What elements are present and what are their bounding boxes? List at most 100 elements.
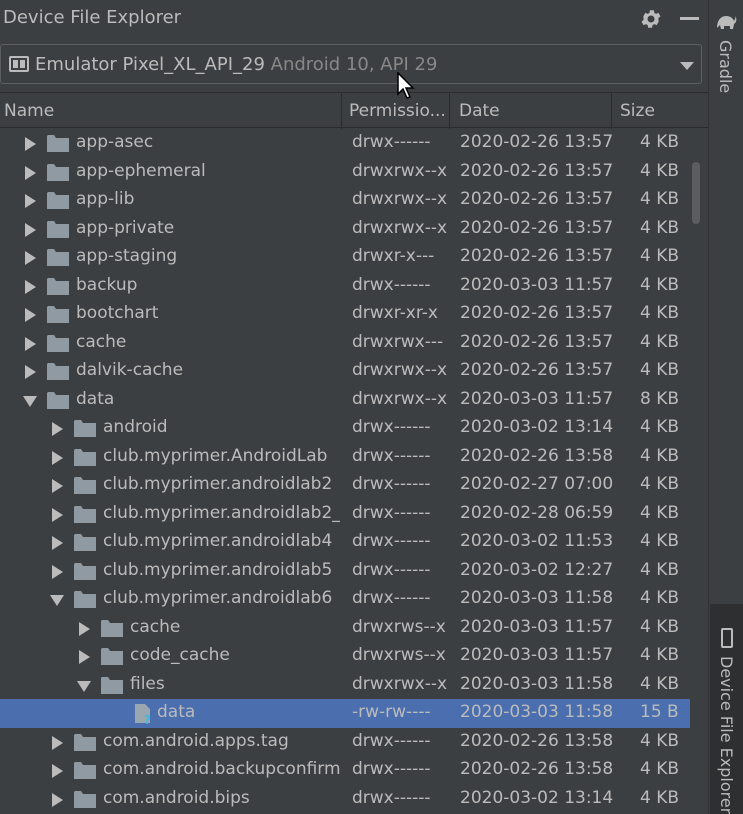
folder-row[interactable]: data drwxrwx--x 2020-03-03 11:57 8 KB bbox=[0, 386, 690, 415]
column-header-size[interactable]: Size bbox=[620, 101, 680, 121]
file-tree: app-asec drwx------ 2020-02-26 13:57 4 KB ap… bbox=[0, 129, 690, 814]
folder-row[interactable]: cache drwxrws--x 2020-03-03 11:57 4 KB bbox=[0, 614, 690, 643]
folder-row[interactable]: club.myprimer.androidlab6 drwx------ 2020-… bbox=[0, 585, 690, 614]
row-permissions: drwx------ bbox=[352, 417, 431, 437]
expand-right-arrow-icon[interactable] bbox=[52, 792, 63, 807]
folder-row[interactable]: backup drwx------ 2020-03-03 11:57 4 KB bbox=[0, 272, 690, 301]
row-date: 2020-03-02 11:53 bbox=[460, 531, 613, 551]
expand-right-arrow-icon[interactable] bbox=[52, 764, 63, 778]
row-date: 2020-03-03 11:57 bbox=[460, 616, 613, 637]
device-file-explorer-tab[interactable]: Device File Explorer bbox=[710, 604, 743, 814]
expand-right-arrow-icon[interactable] bbox=[52, 564, 63, 579]
column-header-name[interactable]: Name bbox=[4, 101, 334, 121]
expand-right-arrow-icon[interactable] bbox=[79, 621, 90, 636]
expand-right-arrow-icon[interactable] bbox=[25, 279, 36, 294]
minimize-icon[interactable] bbox=[680, 17, 699, 20]
expand-right-arrow-icon[interactable] bbox=[25, 365, 36, 379]
row-size: 4 KB bbox=[640, 417, 680, 437]
folder-row[interactable]: cache drwxrwx--- 2020-02-26 13:57 4 KB bbox=[0, 329, 690, 358]
folder-row[interactable]: dalvik-cache drwxrwx--x 2020-02-26 13:57 4 … bbox=[0, 357, 690, 386]
folder-icon bbox=[47, 363, 69, 380]
panel-titlebar: Device File Explorer bbox=[0, 0, 708, 36]
folder-row[interactable]: com.android.backupconfirm drwx------ 2020-… bbox=[0, 756, 690, 785]
expand-right-arrow-icon[interactable] bbox=[25, 137, 36, 151]
row-date: 2020-03-03 11:58 bbox=[460, 588, 613, 608]
folder-icon bbox=[47, 135, 69, 152]
expand-right-arrow-icon[interactable] bbox=[52, 536, 63, 550]
phone-icon bbox=[721, 628, 733, 648]
right-tool-strip: Gradle Device File Explorer bbox=[708, 0, 743, 814]
row-size: 4 KB bbox=[640, 303, 680, 323]
folder-row[interactable]: files drwxrwx--x 2020-03-03 11:58 4 KB bbox=[0, 671, 690, 700]
expand-right-arrow-icon[interactable] bbox=[25, 251, 36, 265]
expand-right-arrow-icon[interactable] bbox=[79, 650, 90, 664]
folder-icon bbox=[47, 277, 69, 295]
row-permissions: drwxrwx--x bbox=[352, 673, 448, 694]
expand-right-arrow-icon[interactable] bbox=[25, 222, 36, 237]
folder-row[interactable]: com.android.bips drwx------ 2020-03-02 13:… bbox=[0, 785, 690, 814]
expand-down-arrow-icon[interactable] bbox=[77, 680, 91, 692]
folder-icon bbox=[47, 249, 69, 266]
folder-row[interactable]: club.myprimer.androidlab4 drwx------ 2020-… bbox=[0, 528, 690, 557]
folder-row[interactable]: app-private drwxrwx--x 2020-02-26 13:57 4 K… bbox=[0, 215, 690, 244]
row-name: com.android.backupconfirm bbox=[103, 759, 340, 779]
column-divider[interactable] bbox=[611, 93, 612, 129]
column-divider[interactable] bbox=[341, 93, 342, 129]
row-name: android bbox=[103, 417, 168, 437]
vertical-scrollbar[interactable] bbox=[692, 162, 700, 224]
expand-right-arrow-icon[interactable] bbox=[52, 450, 63, 465]
row-date: 2020-02-26 13:57 bbox=[460, 189, 613, 209]
folder-row[interactable]: app-ephemeral drwxrwx--x 2020-02-26 13:57 4… bbox=[0, 158, 690, 187]
expand-right-arrow-icon[interactable] bbox=[52, 735, 63, 750]
row-permissions: drwxrws--x bbox=[352, 645, 446, 665]
expand-right-arrow-icon[interactable] bbox=[25, 165, 36, 180]
column-divider[interactable] bbox=[449, 93, 450, 129]
folder-row[interactable]: com.android.apps.tag drwx------ 2020-02-26… bbox=[0, 728, 690, 757]
row-date: 2020-02-26 13:58 bbox=[460, 445, 613, 466]
column-header-permissions[interactable]: Permissio... bbox=[349, 101, 445, 121]
chevron-down-icon[interactable] bbox=[680, 62, 694, 70]
row-name: app-ephemeral bbox=[76, 160, 206, 181]
device-selector[interactable]: Emulator Pixel_XL_API_29 Android 10, API… bbox=[0, 44, 702, 84]
folder-row[interactable]: app-lib drwxrwx--x 2020-02-26 13:57 4 KB bbox=[0, 186, 690, 215]
expand-right-arrow-icon[interactable] bbox=[25, 336, 36, 351]
row-name: files bbox=[130, 673, 165, 694]
folder-row[interactable]: club.myprimer.AndroidLab drwx------ 2020-0… bbox=[0, 443, 690, 472]
folder-row[interactable]: club.myprimer.androidlab2 drwx------ 2020-… bbox=[0, 471, 690, 500]
folder-icon bbox=[74, 562, 96, 580]
expand-right-arrow-icon[interactable] bbox=[52, 507, 63, 522]
table-header: Name Permissio... Date Size bbox=[0, 92, 708, 129]
folder-row[interactable]: app-asec drwx------ 2020-02-26 13:57 4 KB bbox=[0, 129, 690, 158]
file-row[interactable]: ? data -rw-rw---- 2020-03-03 11:58 15 B bbox=[0, 699, 690, 728]
folder-row[interactable]: code_cache drwxrws--x 2020-03-03 11:57 4 KB bbox=[0, 642, 690, 671]
expand-right-arrow-icon[interactable] bbox=[52, 422, 63, 436]
row-date: 2020-02-26 13:57 bbox=[460, 246, 613, 266]
expand-down-arrow-icon[interactable] bbox=[23, 395, 37, 407]
row-permissions: drwxrwx--- bbox=[352, 331, 444, 352]
folder-icon bbox=[47, 163, 69, 181]
device-name: Emulator Pixel_XL_API_29 bbox=[35, 54, 265, 75]
row-permissions: drwx------ bbox=[352, 787, 431, 808]
expand-right-arrow-icon[interactable] bbox=[25, 308, 36, 322]
column-header-date[interactable]: Date bbox=[459, 101, 599, 121]
expand-right-arrow-icon[interactable] bbox=[52, 479, 63, 493]
row-name: club.myprimer.androidlab2 bbox=[103, 474, 333, 494]
row-size: 4 KB bbox=[640, 445, 680, 466]
row-permissions: drwxrws--x bbox=[352, 616, 446, 637]
row-date: 2020-03-02 13:14 bbox=[460, 417, 613, 437]
expand-down-arrow-icon[interactable] bbox=[50, 595, 64, 606]
folder-row[interactable]: app-staging drwxr-x--- 2020-02-26 13:57 4 K… bbox=[0, 243, 690, 272]
row-date: 2020-03-03 11:57 bbox=[460, 388, 613, 409]
gear-icon[interactable] bbox=[639, 7, 663, 31]
folder-row[interactable]: bootchart drwxr-xr-x 2020-02-26 13:57 4 KB bbox=[0, 300, 690, 329]
folder-row[interactable]: android drwx------ 2020-03-02 13:14 4 KB bbox=[0, 414, 690, 443]
gradle-tab[interactable]: Gradle bbox=[709, 0, 743, 100]
expand-right-arrow-icon[interactable] bbox=[25, 194, 36, 208]
row-size: 15 B bbox=[640, 702, 679, 722]
row-date: 2020-02-26 13:57 bbox=[460, 303, 613, 323]
svg-text:?: ? bbox=[144, 713, 151, 725]
folder-row[interactable]: club.myprimer.androidlab2_ drwx------ 2020… bbox=[0, 500, 690, 529]
row-date: 2020-02-26 13:57 bbox=[460, 217, 613, 238]
row-size: 4 KB bbox=[640, 502, 680, 523]
folder-row[interactable]: club.myprimer.androidlab5 drwx------ 2020-… bbox=[0, 557, 690, 586]
